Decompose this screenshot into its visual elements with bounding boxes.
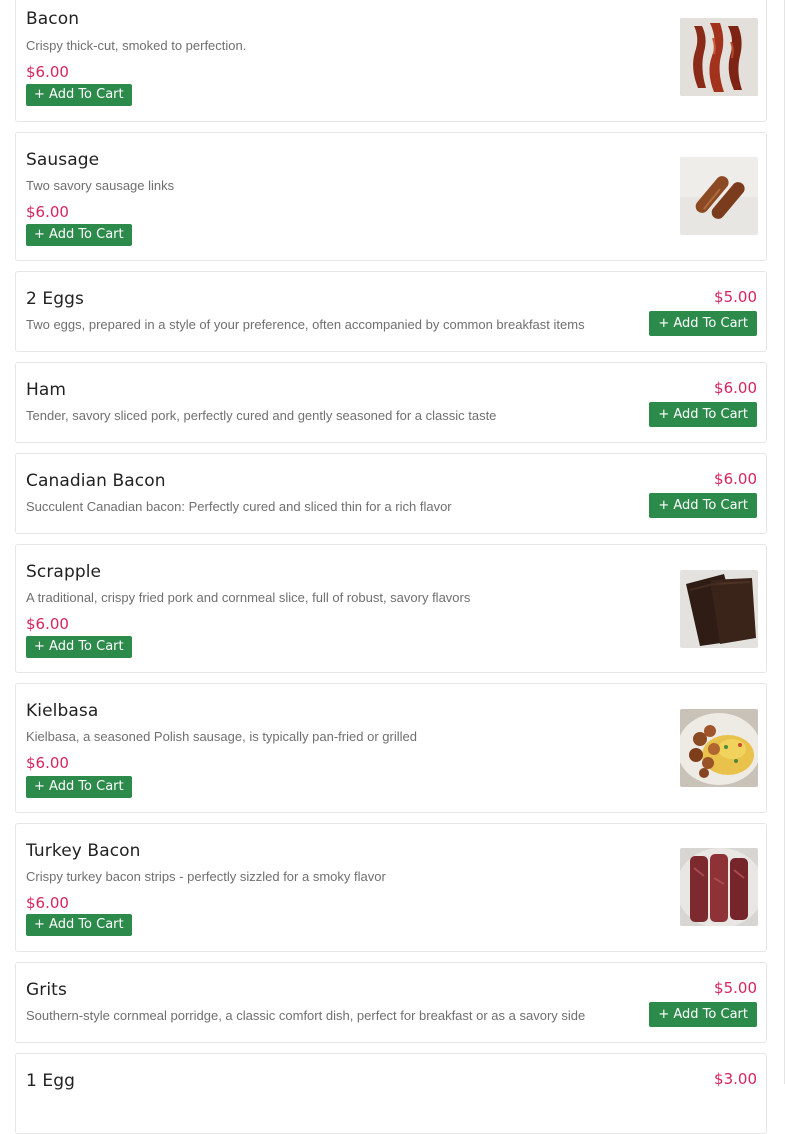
item-description: Succulent Canadian bacon: Perfectly cure… [26, 499, 452, 514]
item-description: Southern-style cornmeal porridge, a clas… [26, 1008, 586, 1023]
menu-item-card: Sausage Two savory sausage links $6.00 +… [15, 132, 767, 261]
add-to-cart-button[interactable]: + Add To Cart [26, 84, 132, 106]
menu-item-card: Turkey Bacon Crispy turkey bacon strips … [15, 823, 767, 952]
menu-item-card: Kielbasa Kielbasa, a seasoned Polish sau… [15, 683, 767, 813]
add-to-cart-button[interactable]: + Add To Cart [26, 224, 132, 246]
turkey-bacon-photo [680, 848, 758, 926]
bacon-photo [680, 18, 758, 96]
item-price: $6.00 [714, 470, 757, 488]
item-name: Canadian Bacon [26, 471, 166, 491]
menu-item-card: 1 Egg $3.00 [15, 1053, 767, 1134]
item-price: $6.00 [714, 379, 757, 397]
item-price: $6.00 [26, 203, 69, 221]
item-description: Tender, savory sliced pork, perfectly cu… [26, 408, 497, 423]
item-description: Two savory sausage links [26, 178, 175, 193]
item-name: Grits [26, 980, 67, 1000]
add-to-cart-button[interactable]: + Add To Cart [649, 493, 757, 518]
add-to-cart-button[interactable]: + Add To Cart [649, 402, 757, 427]
item-price: $5.00 [714, 979, 757, 997]
item-price: $6.00 [26, 63, 69, 81]
item-name: 2 Eggs [26, 289, 84, 309]
item-description: Kielbasa, a seasoned Polish sausage, is … [26, 729, 417, 744]
item-price: $6.00 [26, 754, 69, 772]
item-description: Crispy turkey bacon strips - perfectly s… [26, 869, 386, 884]
add-to-cart-button[interactable]: + Add To Cart [649, 1002, 757, 1027]
item-name: Sausage [26, 150, 100, 170]
scrapple-photo [680, 570, 758, 648]
menu-item-card: Ham Tender, savory sliced pork, perfectl… [15, 362, 767, 443]
item-price: $6.00 [26, 894, 69, 912]
menu-item-card: Scrapple A traditional, crispy fried por… [15, 544, 767, 673]
add-to-cart-button[interactable]: + Add To Cart [26, 776, 132, 798]
item-price: $3.00 [714, 1070, 757, 1088]
item-price: $5.00 [714, 288, 757, 306]
kielbasa-photo [680, 709, 758, 787]
item-description: Two eggs, prepared in a style of your pr… [26, 317, 585, 332]
menu-item-card: Canadian Bacon Succulent Canadian bacon:… [15, 453, 767, 534]
item-description: Crispy thick-cut, smoked to perfection. [26, 38, 247, 53]
add-to-cart-button[interactable]: + Add To Cart [26, 914, 132, 936]
add-to-cart-button[interactable]: + Add To Cart [26, 636, 132, 658]
item-name: Kielbasa [26, 701, 99, 721]
item-price: $6.00 [26, 615, 69, 633]
item-name: Ham [26, 380, 67, 400]
menu-item-card: Grits Southern-style cornmeal porridge, … [15, 962, 767, 1043]
menu-item-card: 2 Eggs Two eggs, prepared in a style of … [15, 271, 767, 352]
item-name: Bacon [26, 9, 80, 29]
item-name: 1 Egg [26, 1071, 76, 1091]
item-name: Turkey Bacon [26, 841, 141, 861]
item-description: A traditional, crispy fried pork and cor… [26, 590, 471, 605]
add-to-cart-button[interactable]: + Add To Cart [649, 311, 757, 336]
sausage-photo [680, 157, 758, 235]
item-name: Scrapple [26, 562, 102, 582]
menu-item-card: Bacon Crispy thick-cut, smoked to perfec… [15, 0, 767, 122]
